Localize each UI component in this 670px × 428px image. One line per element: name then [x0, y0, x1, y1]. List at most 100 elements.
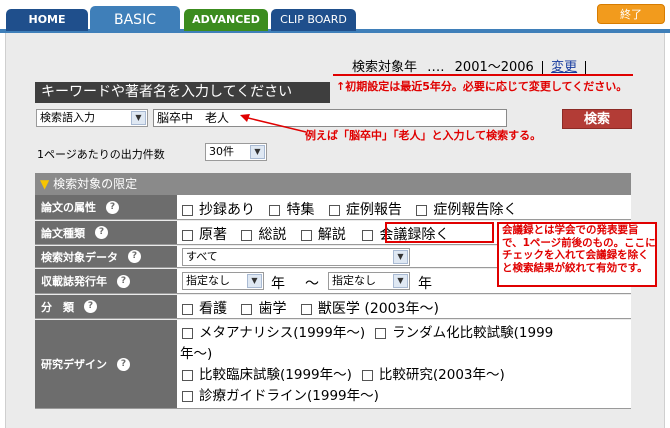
- top-bar: HOME BASIC ADVANCED CLIP BOARD 終了: [0, 0, 670, 33]
- arrow-icon: [240, 114, 307, 133]
- option-label: 原著: [199, 227, 227, 243]
- row-label: 論文の属性 ?: [35, 195, 177, 219]
- help-icon[interactable]: ?: [117, 274, 130, 288]
- option-label: 診療ガイドライン(1999年～): [199, 388, 379, 404]
- checkbox[interactable]: [182, 204, 193, 216]
- option-label: 看護: [199, 301, 227, 317]
- conference-highlight: [385, 222, 494, 243]
- row-label: 論文種類 ?: [35, 221, 177, 244]
- row-label-text: 論文種類: [41, 226, 85, 240]
- row-options: メタアナリシス(1999年～) ランダム化比較試験(1999 年～) 比較臨床試験…: [180, 323, 553, 407]
- keyword-value: 脳卒中 老人: [157, 111, 230, 125]
- checkbox[interactable]: [182, 229, 193, 241]
- row-label: 研究デザイン ?: [35, 320, 177, 408]
- field-type-value: 検索語入力: [40, 111, 95, 124]
- dropdown-arrow-icon: ▼: [393, 274, 408, 288]
- checkbox[interactable]: [182, 390, 193, 402]
- separator: [541, 60, 543, 75]
- option-label: 総説: [258, 227, 287, 243]
- criteria-header: ▼ 検索対象の限定: [35, 173, 631, 195]
- tab-home[interactable]: HOME: [6, 9, 88, 31]
- help-icon[interactable]: ?: [117, 357, 130, 371]
- option-label-continued: 年～): [180, 346, 213, 362]
- pub-year-to-value: 指定なし: [332, 274, 376, 287]
- checkbox[interactable]: [241, 229, 253, 241]
- field-type-select[interactable]: 検索語入力 ▼: [36, 109, 148, 127]
- tab-basic[interactable]: BASIC: [90, 6, 180, 33]
- checkbox[interactable]: [328, 204, 340, 216]
- pub-year-from-select[interactable]: 指定なし ▼: [182, 272, 264, 290]
- dropdown-arrow-icon: ▼: [247, 274, 262, 288]
- dropdown-arrow-icon: ▼: [250, 145, 265, 159]
- pub-year-from-value: 指定なし: [186, 274, 230, 287]
- option-label: 歯学: [258, 301, 287, 317]
- separator: [585, 60, 587, 75]
- checkbox[interactable]: [361, 369, 373, 381]
- help-icon[interactable]: ?: [106, 200, 119, 214]
- checkbox[interactable]: [182, 303, 193, 315]
- row-category: 分 類 ? 看護 歯学 獣医学 (2003年～): [35, 295, 631, 319]
- dropdown-arrow-icon: ▼: [393, 250, 408, 264]
- row-options: 抄録あり 特集 症例報告 症例報告除く: [180, 199, 517, 219]
- perpage-select[interactable]: 30件 ▼: [205, 143, 267, 161]
- conference-annotation: 会議録とは学会での発表要旨で、1ページ前後のもの。ここにチェックを入れて会議録を…: [502, 224, 656, 274]
- option-label: メタアナリシス(1999年～): [199, 325, 366, 341]
- row-label-text: 研究デザイン: [41, 358, 107, 371]
- row-label: 検索対象データ ?: [35, 246, 177, 267]
- checkbox[interactable]: [375, 327, 387, 339]
- checkbox[interactable]: [300, 303, 312, 315]
- help-icon[interactable]: ?: [84, 300, 97, 313]
- row-research-design: 研究デザイン ? メタアナリシス(1999年～) ランダム化比較試験(1999 年…: [35, 320, 631, 409]
- option-label: 獣医学 (2003年～): [317, 301, 439, 317]
- search-button[interactable]: 検索: [562, 109, 632, 129]
- row-attributes: 論文の属性 ? 抄録あり 特集 症例報告 症例報告除く: [35, 195, 631, 220]
- year-dots: ‥‥: [427, 60, 445, 75]
- tab-clipboard[interactable]: CLIP BOARD: [271, 9, 356, 31]
- year-unit: 年: [271, 276, 285, 292]
- checkbox[interactable]: [182, 327, 193, 339]
- pub-year-to-select[interactable]: 指定なし ▼: [328, 272, 410, 290]
- row-label-text: 収載誌発行年: [41, 275, 107, 288]
- option-label: 症例報告除く: [433, 202, 518, 218]
- row-label-text: 分 類: [41, 300, 74, 314]
- target-data-select[interactable]: すべて ▼: [182, 248, 410, 266]
- checkbox[interactable]: [241, 303, 253, 315]
- exit-button[interactable]: 終了: [597, 4, 665, 24]
- keyword-input[interactable]: 脳卒中 老人: [153, 109, 507, 127]
- keyword-header: キーワードや著者名を入力してください: [35, 82, 330, 103]
- row-label-text: 論文の属性: [41, 201, 96, 214]
- keyword-annotation: 例えば「脳卒中」「老人」と入力して検索する。: [305, 129, 542, 142]
- year-unit: 年: [418, 276, 432, 292]
- option-label: 特集: [286, 202, 315, 218]
- row-label-text: 検索対象データ: [41, 250, 118, 264]
- dropdown-arrow-icon: ▼: [131, 111, 146, 125]
- tab-advanced[interactable]: ADVANCED: [184, 9, 268, 31]
- change-year-link[interactable]: 変更: [551, 60, 577, 75]
- option-label: ランダム化比較試験(1999: [392, 325, 554, 341]
- option-label: 解説: [317, 227, 346, 243]
- perpage-value: 30件: [209, 145, 234, 158]
- help-icon[interactable]: ?: [95, 226, 108, 239]
- option-label: 症例報告: [345, 202, 402, 218]
- help-icon[interactable]: ?: [128, 250, 141, 263]
- checkbox[interactable]: [269, 204, 281, 216]
- row-label: 分 類 ?: [35, 295, 177, 318]
- option-label: 比較研究(2003年～): [378, 367, 505, 383]
- criteria-header-label: 検索対象の限定: [53, 177, 138, 191]
- checkbox[interactable]: [362, 229, 374, 241]
- checkbox[interactable]: [182, 369, 193, 381]
- row-label: 収載誌発行年 ?: [35, 269, 177, 293]
- row-options: 看護 歯学 獣医学 (2003年～): [180, 298, 439, 318]
- year-label: 検索対象年: [352, 60, 418, 75]
- target-data-value: すべて: [186, 250, 218, 263]
- checkbox[interactable]: [416, 204, 428, 216]
- year-annotation: ↑初期設定は最近5年分。必要に応じて変更してください。: [336, 80, 628, 93]
- option-label: 抄録あり: [199, 202, 255, 218]
- triangle-icon: ▼: [40, 177, 50, 191]
- year-annotation-underline: [333, 74, 633, 76]
- year-range: 検索対象年 ‥‥ 2001～2006 変更: [352, 56, 590, 75]
- option-label: 比較臨床試験(1999年～): [199, 367, 352, 383]
- perpage-label: 1ページあたりの出力件数: [37, 148, 165, 161]
- year-range-value: 2001～2006: [454, 60, 534, 75]
- checkbox[interactable]: [300, 229, 312, 241]
